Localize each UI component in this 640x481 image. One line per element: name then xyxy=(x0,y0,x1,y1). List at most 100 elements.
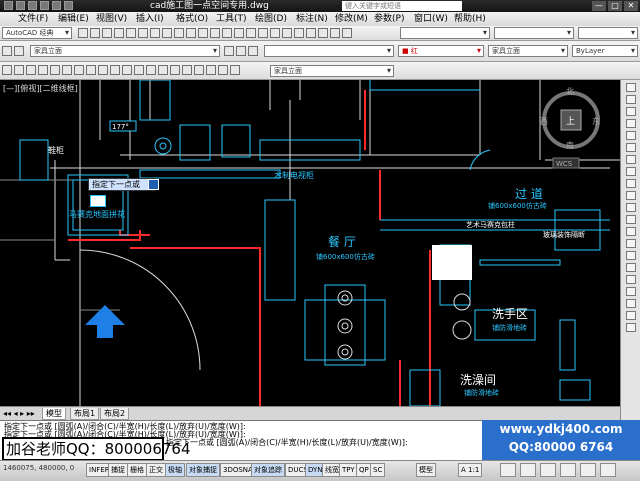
minimize-button[interactable]: — xyxy=(592,1,606,11)
align-icon[interactable] xyxy=(626,287,636,296)
menu-parameters[interactable]: 参数(P) xyxy=(374,13,404,25)
lineweight-dropdown[interactable]: ByLayer xyxy=(572,45,638,57)
layer-dropdown-2[interactable]: 家具立面 xyxy=(270,65,394,77)
mirror-icon[interactable] xyxy=(626,107,636,116)
sc-toggle[interactable]: SC xyxy=(370,463,386,477)
pan-icon[interactable] xyxy=(222,28,232,38)
new-icon[interactable] xyxy=(78,28,88,38)
spline-icon[interactable] xyxy=(98,65,108,75)
layer-state-icon[interactable] xyxy=(14,46,24,56)
break-icon[interactable] xyxy=(626,215,636,224)
calculator-icon[interactable] xyxy=(330,28,340,38)
zoom-icon[interactable] xyxy=(234,28,244,38)
markup-icon[interactable] xyxy=(318,28,328,38)
redo-icon[interactable] xyxy=(64,1,73,10)
color-dropdown[interactable]: ■ 红 xyxy=(398,45,484,57)
hardware-acceleration-icon[interactable] xyxy=(540,463,556,477)
open-file-icon[interactable] xyxy=(16,1,25,10)
model-space-button[interactable]: 模型 xyxy=(416,463,436,477)
paste-icon[interactable] xyxy=(174,28,184,38)
clean-screen-icon[interactable] xyxy=(600,463,616,477)
pedit-icon[interactable] xyxy=(626,299,636,308)
pan-nav-icon[interactable] xyxy=(626,323,636,332)
polar-toggle[interactable]: 极轴 xyxy=(165,463,185,477)
publish-icon[interactable] xyxy=(138,28,148,38)
tab-nav-arrows[interactable]: ◂◂ ◂ ▸ ▸▸ xyxy=(3,409,35,418)
tab-model[interactable]: 模型 xyxy=(42,408,66,420)
fillet-icon[interactable] xyxy=(626,251,636,260)
make-block-icon[interactable] xyxy=(146,65,156,75)
viewcube-compass[interactable]: 上 北 南 西 东 WCS xyxy=(540,87,600,169)
table-icon[interactable] xyxy=(206,65,216,75)
chamfer-icon[interactable] xyxy=(626,239,636,248)
maximize-button[interactable]: □ xyxy=(608,1,622,11)
command-prompt[interactable]: 指定下一点或 [圆弧(A)/闭合(C)/半宽(H)/长度(L)/放弃(U)/宽度… xyxy=(166,439,408,447)
lock-icon[interactable] xyxy=(520,463,536,477)
dynamic-input-field[interactable] xyxy=(90,195,106,207)
design-center-icon[interactable] xyxy=(282,28,292,38)
osnap-toggle[interactable]: 对象捕捉 xyxy=(186,463,220,477)
isolate-objects-icon[interactable] xyxy=(560,463,576,477)
construction-line-icon[interactable] xyxy=(14,65,24,75)
gradient-icon[interactable] xyxy=(182,65,192,75)
move-icon[interactable] xyxy=(626,143,636,152)
wcs-menu[interactable]: WCS xyxy=(556,160,573,168)
join-icon[interactable] xyxy=(626,227,636,236)
menu-dimension[interactable]: 标注(N) xyxy=(296,13,328,25)
workspace-switch-icon[interactable] xyxy=(500,463,516,477)
rotate-icon[interactable] xyxy=(626,155,636,164)
redo-icon[interactable] xyxy=(210,28,220,38)
close-button[interactable]: ✕ xyxy=(624,1,638,11)
ortho-toggle[interactable]: 正交 xyxy=(146,463,166,477)
revision-cloud-icon[interactable] xyxy=(86,65,96,75)
text-style-dropdown[interactable] xyxy=(400,27,490,39)
print-icon[interactable] xyxy=(40,1,49,10)
menu-modify[interactable]: 修改(M) xyxy=(335,13,368,25)
viewcube-top[interactable]: 上 xyxy=(566,116,575,127)
new-file-icon[interactable] xyxy=(4,1,13,10)
preview-icon[interactable] xyxy=(126,28,136,38)
menu-insert[interactable]: 插入(I) xyxy=(136,13,164,25)
help-search-input[interactable]: 键入关键字或短语 xyxy=(342,1,462,11)
extend-icon[interactable] xyxy=(626,203,636,212)
menu-window[interactable]: 窗口(W) xyxy=(414,13,448,25)
line-icon[interactable] xyxy=(2,65,12,75)
add-selected-icon[interactable] xyxy=(230,65,240,75)
polygon-icon[interactable] xyxy=(38,65,48,75)
annotation-scale-dropdown[interactable]: A 1:1 xyxy=(458,463,483,477)
layer-previous-icon[interactable] xyxy=(236,46,246,56)
region-icon[interactable] xyxy=(194,65,204,75)
otrack-toggle[interactable]: 对象追踪 xyxy=(251,463,285,477)
cut-icon[interactable] xyxy=(150,28,160,38)
erase-icon[interactable] xyxy=(626,83,636,92)
menu-help[interactable]: 帮助(H) xyxy=(454,13,486,25)
offset-icon[interactable] xyxy=(626,119,636,128)
insert-block-icon[interactable] xyxy=(134,65,144,75)
properties-icon[interactable] xyxy=(270,28,280,38)
sheet-set-icon[interactable] xyxy=(306,28,316,38)
drawing-canvas[interactable]: 177° 上 北 南 西 东 WCS 鞋柜 木制电视柜 过 道 铺600x600… xyxy=(0,80,620,406)
dynamic-input-arrow-icon[interactable] xyxy=(148,179,159,190)
table-style-dropdown[interactable] xyxy=(578,27,638,39)
mtext-icon[interactable] xyxy=(218,65,228,75)
array-icon[interactable] xyxy=(626,131,636,140)
tab-layout1[interactable]: 布局1 xyxy=(70,408,100,420)
save-icon[interactable] xyxy=(102,28,112,38)
help-icon[interactable] xyxy=(342,28,352,38)
status-menu-icon[interactable] xyxy=(580,463,596,477)
quick-access-toolbar[interactable] xyxy=(4,1,73,10)
print-icon[interactable] xyxy=(114,28,124,38)
explode-icon[interactable] xyxy=(626,263,636,272)
snap-toggle[interactable]: 捕捉 xyxy=(108,463,128,477)
undo-icon[interactable] xyxy=(198,28,208,38)
polyline-icon[interactable] xyxy=(26,65,36,75)
tool-palette-icon[interactable] xyxy=(294,28,304,38)
ellipse-arc-icon[interactable] xyxy=(122,65,132,75)
zoom-extents-icon[interactable] xyxy=(626,311,636,320)
copy-object-icon[interactable] xyxy=(626,95,636,104)
menu-view[interactable]: 视图(V) xyxy=(96,13,127,25)
blend-icon[interactable] xyxy=(626,275,636,284)
circle-icon[interactable] xyxy=(74,65,84,75)
trim-icon[interactable] xyxy=(626,191,636,200)
layer-dropdown[interactable]: 家具立面 xyxy=(30,45,220,57)
